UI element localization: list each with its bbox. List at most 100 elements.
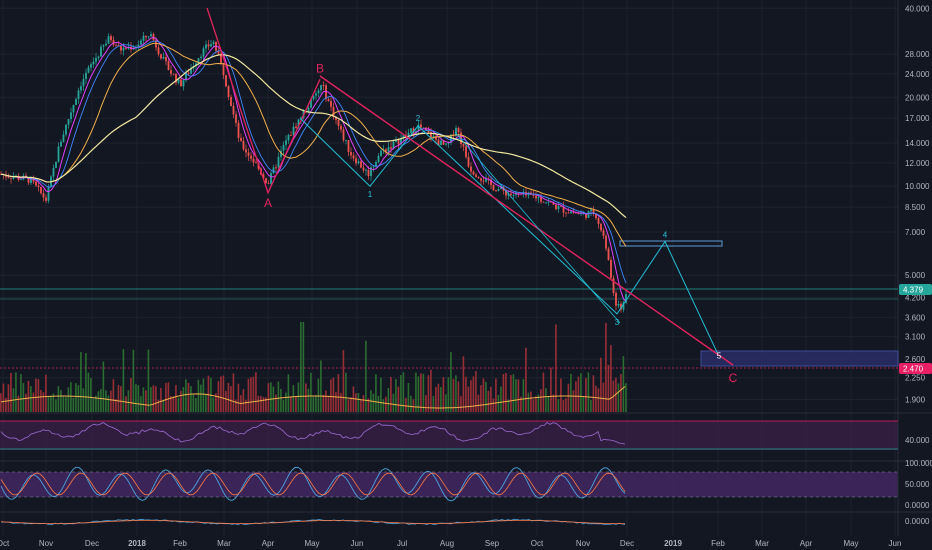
volume-bar xyxy=(137,385,140,412)
wave-label-1: 1 xyxy=(368,190,373,199)
volume-bar xyxy=(195,398,197,412)
candle-body xyxy=(295,126,297,128)
volume-bar xyxy=(290,396,292,412)
volume-bar xyxy=(230,386,232,412)
price-tick: 14.000 xyxy=(905,139,930,148)
target-price-label: 2.470 xyxy=(903,365,924,374)
candle-body xyxy=(565,212,567,214)
volume-bar xyxy=(220,376,222,412)
volume-bar xyxy=(57,386,60,412)
volume-bar xyxy=(510,375,512,412)
candle-body xyxy=(352,155,355,159)
volume-bar xyxy=(320,360,322,412)
candle-body xyxy=(377,155,380,163)
volume-bar xyxy=(100,389,102,412)
candle-body xyxy=(340,125,342,130)
candle-body xyxy=(45,197,47,201)
volume-bar xyxy=(345,372,347,412)
volume-bar xyxy=(45,374,47,412)
candle-body xyxy=(270,173,272,184)
volume-bar xyxy=(55,399,57,412)
volume-bar xyxy=(567,383,570,412)
volume-bar xyxy=(570,373,572,412)
volume-bar xyxy=(515,379,517,412)
volume-bar xyxy=(610,345,612,412)
candle-body xyxy=(242,140,245,150)
volume-bar xyxy=(490,386,492,412)
volume-bar xyxy=(212,397,215,412)
candle-body xyxy=(177,79,180,83)
volume-bar xyxy=(447,377,450,412)
candle-body xyxy=(557,205,560,210)
candle-body xyxy=(200,56,202,59)
volume-bar xyxy=(380,377,382,412)
volume-bar xyxy=(295,396,297,412)
wave-label-5: 5 xyxy=(717,351,722,360)
volume-bar xyxy=(625,383,627,412)
volume-bar xyxy=(287,374,290,412)
time-tick: Feb xyxy=(711,539,725,548)
volume-bar xyxy=(70,382,72,412)
candle-body xyxy=(440,140,442,146)
candle-body xyxy=(210,43,212,47)
volume-bar xyxy=(337,374,340,412)
time-tick: 2018 xyxy=(128,539,146,548)
volume-bar xyxy=(222,375,225,412)
candle-body xyxy=(445,143,447,145)
volume-bar xyxy=(540,389,542,412)
candle-body xyxy=(172,73,175,75)
volume-bar xyxy=(10,372,12,412)
volume-bar xyxy=(315,395,317,412)
volume-bar xyxy=(302,322,305,412)
candle-body xyxy=(92,61,95,65)
volume-bar xyxy=(32,392,35,412)
volume-bar xyxy=(232,373,235,412)
volume-bar xyxy=(112,379,115,412)
indicator-tick: 50.000 xyxy=(905,480,930,489)
candle-body xyxy=(202,48,205,57)
volume-bar xyxy=(97,391,100,412)
volume-bar xyxy=(22,383,25,412)
volume-bar xyxy=(472,376,475,412)
volume-bar xyxy=(25,393,27,412)
price-tick: 10.000 xyxy=(905,182,930,191)
time-tick: Apr xyxy=(800,539,813,548)
volume-bar xyxy=(485,381,487,412)
time-axis[interactable]: Oct Nov Dec 2018 Feb Mar Apr May Jun Jul Aug Sep Oct… xyxy=(0,539,901,548)
price-tick: 7.000 xyxy=(905,228,926,237)
volume-bar xyxy=(260,395,262,412)
volume-bar xyxy=(327,396,330,412)
candle-body xyxy=(327,98,330,102)
candle-body xyxy=(485,178,487,182)
volume-bar xyxy=(405,397,407,412)
candle-body xyxy=(145,35,147,38)
candle-body xyxy=(315,93,317,96)
volume-bar xyxy=(590,399,592,412)
volume-bar xyxy=(90,378,92,412)
candle-body xyxy=(510,193,512,195)
volume-bar xyxy=(257,395,260,412)
trading-chart[interactable]: A B C 1 2 3 4 5 40.000 28.000 24.000 20.000 17.000 1… xyxy=(0,0,932,550)
volume-bar xyxy=(585,377,587,412)
volume-bar xyxy=(152,385,155,412)
indicator-tick: 40.000 xyxy=(905,436,930,445)
volume-bar xyxy=(227,382,230,412)
volume-bar xyxy=(62,395,65,412)
candle-body xyxy=(77,90,80,100)
candle-body xyxy=(157,47,160,55)
candle-body xyxy=(212,41,215,44)
candle-body xyxy=(290,135,292,136)
volume-bar xyxy=(482,378,485,412)
volume-bar xyxy=(422,373,425,412)
wave-label-2: 2 xyxy=(416,114,421,123)
candle-body xyxy=(610,259,612,279)
volume-bar xyxy=(450,351,452,412)
candle-body xyxy=(20,179,22,181)
candle-body xyxy=(482,180,485,182)
candle-body xyxy=(542,201,545,203)
volume-bar xyxy=(225,391,227,412)
volume-bar xyxy=(127,390,130,412)
volume-bar xyxy=(250,377,252,412)
time-tick: May xyxy=(843,539,858,548)
volume-bar xyxy=(27,380,30,412)
